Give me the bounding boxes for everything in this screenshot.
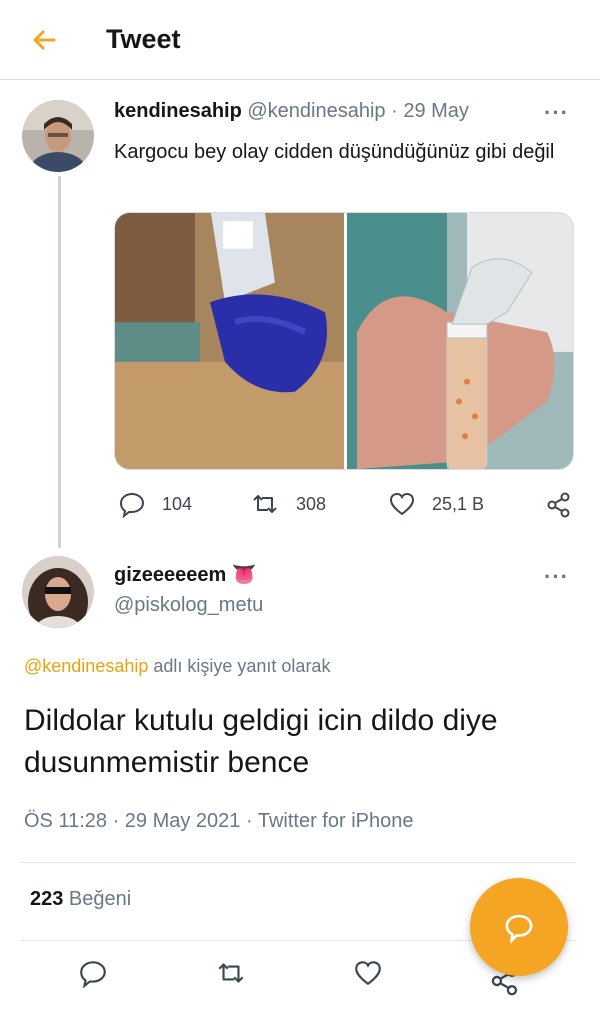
retweet-icon[interactable]	[250, 490, 280, 518]
tweet-text: Kargocu bey olay cidden düşündüğünüz gib…	[114, 141, 555, 163]
author-name-row: gizeeeeeem 👅	[114, 562, 257, 587]
reply-count: 104	[162, 493, 193, 514]
share-icon[interactable]	[546, 492, 572, 518]
reply-icon[interactable]	[118, 490, 146, 518]
reply-context: @kendinesahip adlı kişiye yanıt olarak	[24, 656, 330, 677]
heart-icon[interactable]	[353, 958, 383, 988]
retweet-action[interactable]: 308	[250, 490, 326, 518]
top-bar: Tweet	[0, 0, 600, 80]
chat-bubble-icon	[505, 914, 533, 944]
tweet-date: · 29 May	[391, 100, 469, 122]
package-photo-icon[interactable]	[115, 213, 344, 469]
like-summary[interactable]: 223 Beğeni	[30, 888, 131, 911]
heart-icon[interactable]	[388, 490, 416, 518]
reply-action[interactable]: 104	[118, 490, 192, 518]
author-name[interactable]: gizeeeeeem	[114, 564, 226, 586]
retweet-count: 308	[296, 493, 327, 514]
tweet-text: Dildolar kutulu geldigi icin dildo diye …	[24, 704, 498, 779]
reply-context-text: adlı kişiye yanıt olarak	[148, 656, 331, 676]
tweet-media[interactable]	[114, 212, 574, 470]
more-options-icon[interactable]: ···	[544, 564, 569, 590]
tweet-meta: ÖS 11:28 · 29 May 2021 · Twitter for iPh…	[24, 810, 414, 832]
product-photo-icon[interactable]	[347, 213, 574, 469]
author-name[interactable]: kendinesahip	[114, 100, 242, 122]
retweet-icon[interactable]	[215, 958, 247, 988]
like-total: 223	[30, 888, 64, 910]
thread-line	[58, 176, 61, 548]
compose-reply-button[interactable]	[470, 878, 568, 976]
tongue-emoji-icon: 👅	[231, 564, 257, 586]
tweet-header: kendinesahip @kendinesahip · 29 May	[114, 100, 469, 123]
mention-link[interactable]: @kendinesahip	[24, 656, 148, 676]
like-label: Beğeni	[63, 888, 132, 910]
author-handle[interactable]: @kendinesahip	[247, 100, 385, 122]
like-count: 25,1 B	[432, 493, 485, 514]
like-action[interactable]: 25,1 B	[388, 490, 484, 518]
reply-icon[interactable]	[78, 958, 108, 988]
page-title: Tweet	[106, 24, 181, 54]
avatar[interactable]	[22, 556, 94, 628]
author-handle[interactable]: @piskolog_metu	[114, 594, 263, 617]
avatar[interactable]	[22, 100, 94, 172]
back-arrow-icon[interactable]	[28, 24, 60, 56]
divider	[20, 862, 576, 863]
more-options-icon[interactable]: ···	[544, 100, 569, 126]
